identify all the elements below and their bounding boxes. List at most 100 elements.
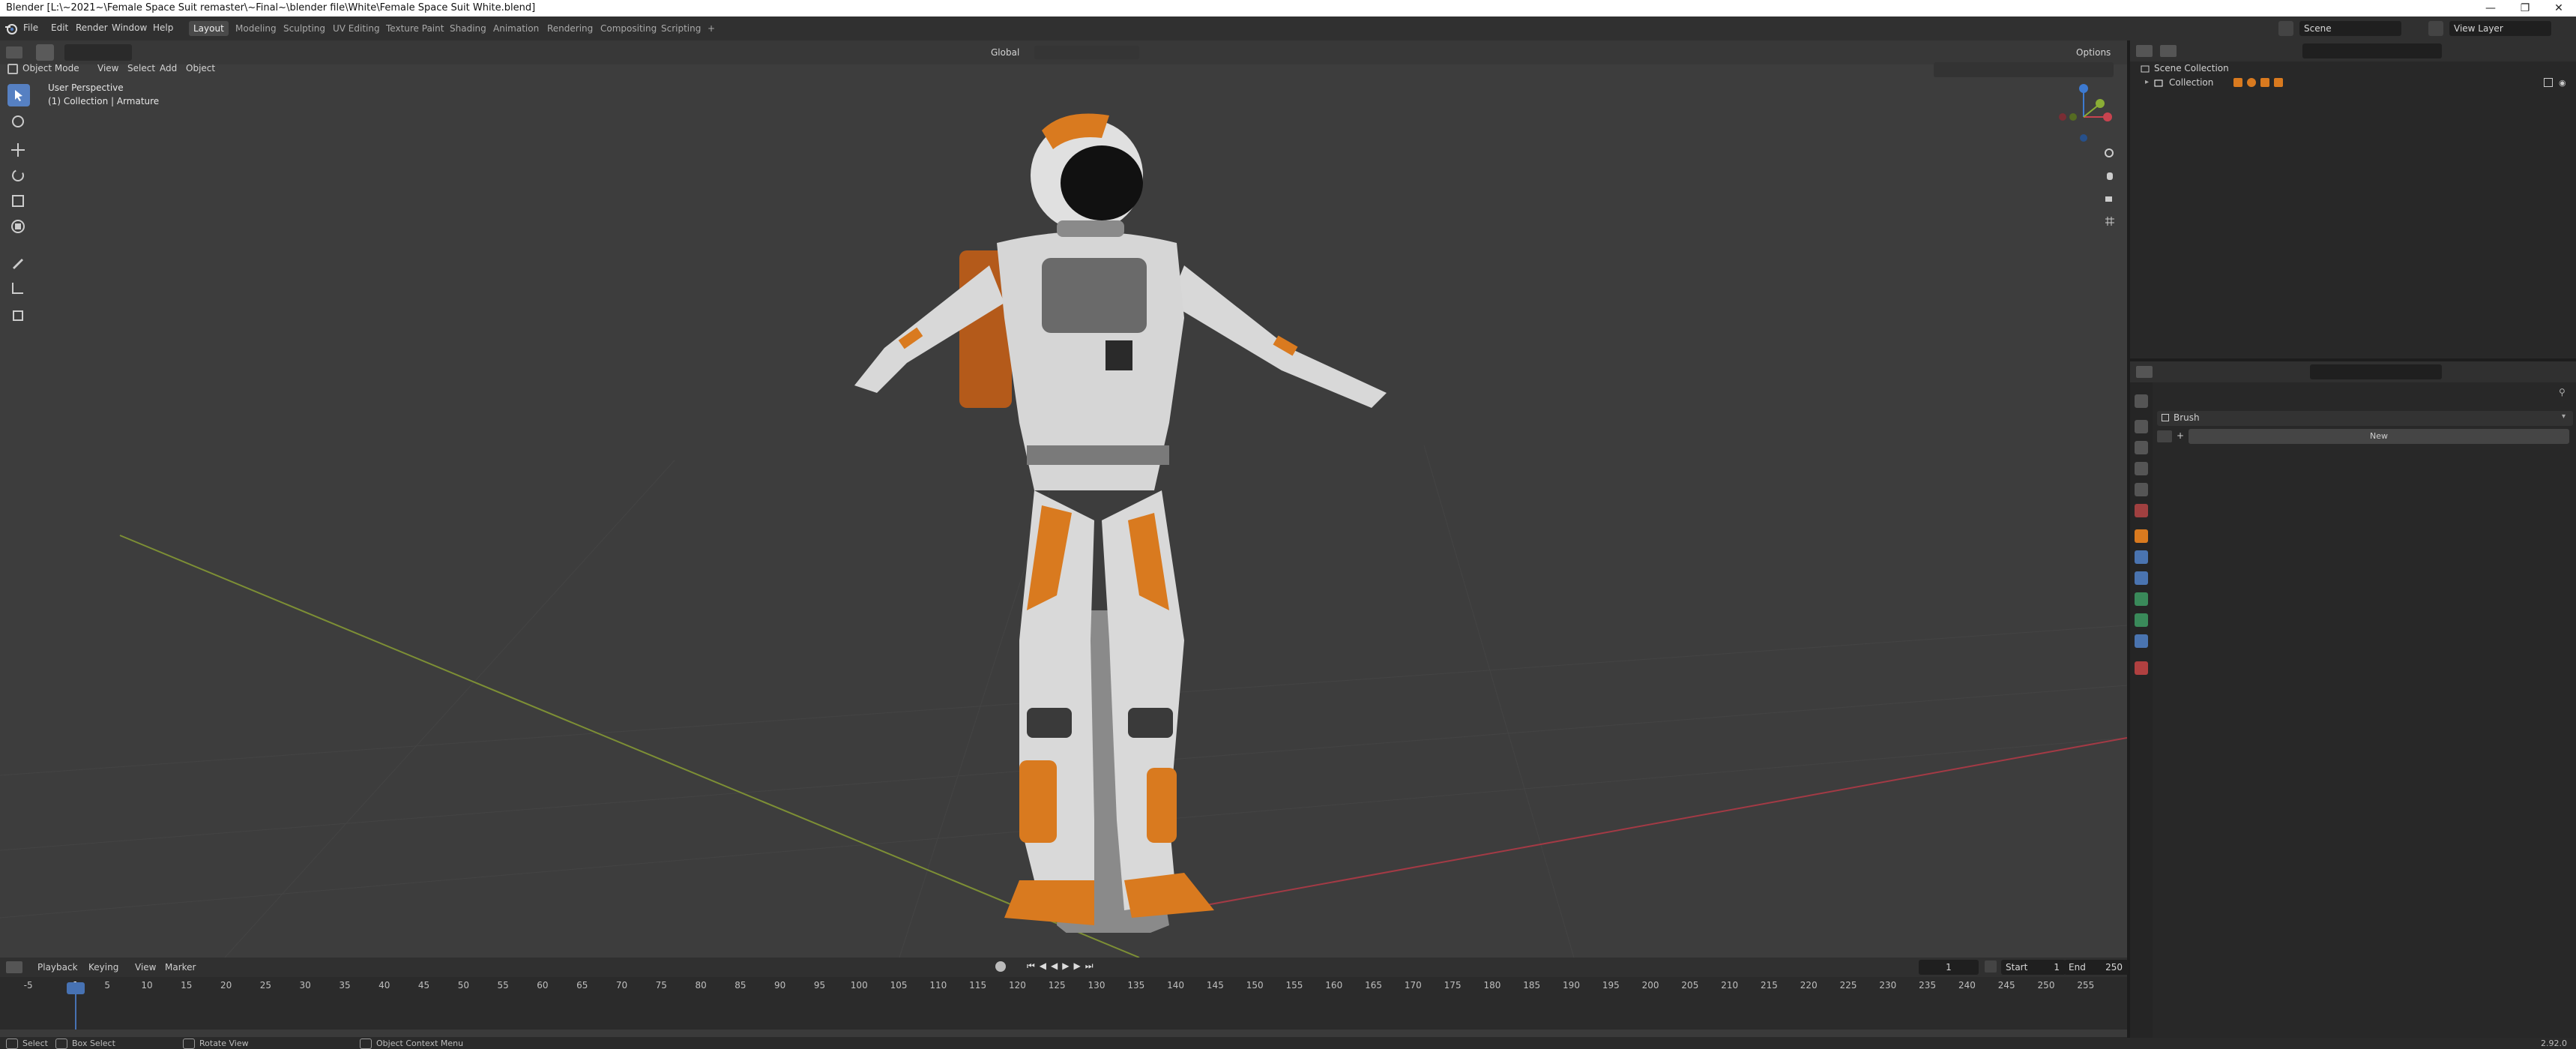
tab-render-icon[interactable]: [2135, 420, 2148, 433]
frame-tick-label: 45: [417, 980, 430, 991]
tab-output-icon[interactable]: [2135, 441, 2148, 454]
tab-texture-icon[interactable]: [2135, 661, 2148, 675]
tab-modifiers-icon[interactable]: [2135, 550, 2148, 564]
left-knee-pad: [1027, 708, 1072, 738]
brush-preview-icon[interactable]: [2157, 430, 2172, 442]
start-frame-field[interactable]: Start 1: [2001, 960, 2066, 975]
tab-rendering[interactable]: Rendering: [543, 21, 597, 36]
tab-shading[interactable]: Shading: [445, 21, 491, 36]
timeline-editor[interactable]: Playback Keying View Marker ⏮◀◀▶▶⏭ 1 Sta…: [0, 958, 2129, 1038]
tab-scripting[interactable]: Scripting: [657, 21, 705, 36]
record-button[interactable]: [995, 961, 1006, 972]
tab-animation[interactable]: Animation: [489, 21, 543, 36]
view-layer-icon[interactable]: [2428, 21, 2443, 36]
brush-panel-header[interactable]: Brush ▾: [2157, 411, 2573, 426]
eye-icon[interactable]: ◉: [2559, 78, 2566, 88]
frame-tick-label: 245: [1997, 980, 2015, 991]
frame-tick-label: 190: [1563, 980, 1580, 991]
tab-layout[interactable]: Layout: [189, 21, 229, 36]
tab-constraints-icon[interactable]: [2135, 613, 2148, 627]
display-mode-icon[interactable]: [2160, 45, 2177, 57]
window-title: Blender [L:\~2021~\Female Space Suit rem…: [6, 2, 536, 13]
new-brush-button[interactable]: New: [2189, 429, 2569, 444]
pin-icon[interactable]: ⚲: [2559, 387, 2566, 397]
menu-help[interactable]: Help: [153, 22, 173, 33]
scene-collection-icon: [2141, 65, 2150, 73]
collection-label[interactable]: Collection: [2169, 77, 2213, 88]
frame-tick-label: 30: [299, 980, 311, 991]
add-brush-button[interactable]: +: [2177, 430, 2184, 441]
tab-uv-editing[interactable]: UV Editing: [328, 21, 384, 36]
properties-editor-type-icon[interactable]: [2136, 366, 2153, 378]
space-suit-character[interactable]: [794, 70, 1409, 933]
mouse-left-icon: [6, 1039, 18, 1049]
tab-object-data-icon[interactable]: [2135, 634, 2148, 648]
end-frame-field[interactable]: End 250: [2064, 960, 2129, 975]
gizmo-z-icon: [2079, 84, 2088, 93]
playback-menu[interactable]: Playback: [37, 962, 78, 973]
frame-tick-label: 120: [1008, 980, 1026, 991]
end-value: 250: [2105, 962, 2123, 973]
menu-file[interactable]: File: [23, 22, 38, 33]
playback-controls[interactable]: ⏮◀◀▶▶⏭: [1027, 961, 1117, 974]
frame-tick-label: 70: [615, 980, 628, 991]
outliner-search-input[interactable]: [2302, 43, 2442, 58]
timeline-view-menu[interactable]: View: [135, 962, 156, 973]
frame-tick-label: 145: [1206, 980, 1224, 991]
3d-viewport[interactable]: Global Options Object Mode View Select A…: [0, 40, 2127, 958]
checkbox-icon[interactable]: [2544, 78, 2553, 87]
frame-tick-label: 110: [929, 980, 947, 991]
tab-scene-icon[interactable]: [2135, 483, 2148, 496]
tab-physics-icon[interactable]: [2135, 592, 2148, 606]
top-menu-bar: File Edit Render Window Help Layout Mode…: [0, 16, 2576, 40]
tab-sculpting[interactable]: Sculpting: [279, 21, 330, 36]
minimize-button[interactable]: —: [2473, 0, 2508, 16]
menu-render[interactable]: Render: [76, 22, 108, 33]
tab-object-icon[interactable]: [2135, 529, 2148, 543]
current-frame-marker[interactable]: [67, 982, 85, 994]
end-label: End: [2069, 962, 2086, 973]
tab-compositing[interactable]: Compositing: [596, 21, 661, 36]
scene-field[interactable]: Scene: [2299, 21, 2401, 36]
add-workspace-button[interactable]: +: [703, 21, 720, 36]
frame-tick-label: 140: [1167, 980, 1185, 991]
keying-menu[interactable]: Keying: [88, 962, 118, 973]
tab-particles-icon[interactable]: [2135, 571, 2148, 585]
frame-tick-label: 200: [1641, 980, 1659, 991]
tab-tool-icon[interactable]: [2135, 394, 2148, 408]
expand-arrow-icon[interactable]: ▸: [2145, 78, 2149, 86]
outliner-editor-type-icon[interactable]: [2136, 45, 2153, 57]
view-layer-field[interactable]: View Layer: [2449, 21, 2551, 36]
close-button[interactable]: ✕: [2542, 0, 2576, 16]
status-bar: Select Box Select Rotate View Object Con…: [0, 1038, 2576, 1049]
maximize-button[interactable]: ❐: [2508, 0, 2542, 16]
tab-texture-paint[interactable]: Texture Paint: [381, 21, 448, 36]
timeline-scrollbar[interactable]: [0, 1030, 2127, 1037]
menu-window[interactable]: Window: [112, 22, 147, 33]
navigation-gizmo[interactable]: [2054, 82, 2114, 142]
neck-ring: [1057, 220, 1124, 237]
right-shin-guard: [1147, 768, 1177, 843]
timeline-editor-type-icon[interactable]: [6, 961, 22, 973]
gizmo-neg-y-icon: [2069, 113, 2077, 121]
frame-ruler[interactable]: -515101520253035404550556065707580859095…: [0, 977, 2127, 1000]
tab-world-icon[interactable]: [2135, 504, 2148, 517]
properties-search-input[interactable]: [2310, 364, 2442, 379]
scene-collection-label[interactable]: Scene Collection: [2154, 63, 2229, 73]
scale-icon: [12, 195, 24, 207]
preview-range-icon[interactable]: [1985, 961, 1997, 973]
scene-icon[interactable]: [2278, 21, 2293, 36]
tab-modeling[interactable]: Modeling: [231, 21, 281, 36]
menu-edit[interactable]: Edit: [51, 22, 68, 33]
frame-tick-label: 230: [1879, 980, 1897, 991]
target-cursor-icon: [12, 115, 24, 127]
blender-logo-icon[interactable]: [4, 22, 18, 34]
tab-view-layer-icon[interactable]: [2135, 462, 2148, 475]
collection-icon: [2154, 79, 2163, 87]
marker-menu[interactable]: Marker: [165, 962, 196, 973]
frame-tick-label: 255: [2077, 980, 2095, 991]
current-frame-field[interactable]: 1: [1919, 960, 1979, 975]
brush-dropdown-icon[interactable]: ▾: [2562, 412, 2566, 421]
filter-icon[interactable]: [2532, 45, 2547, 57]
frame-tick-label: 165: [1365, 980, 1382, 991]
